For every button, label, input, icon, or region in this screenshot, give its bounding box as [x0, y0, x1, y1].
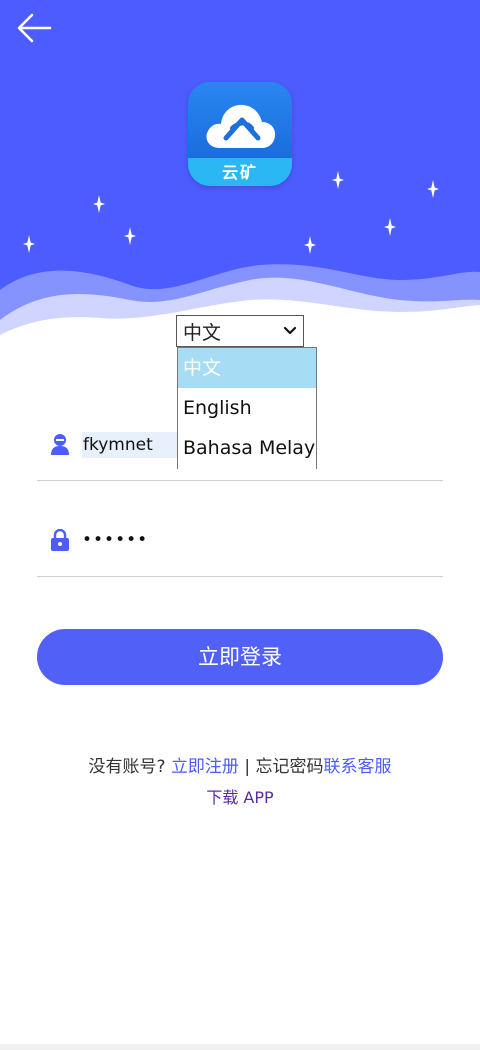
username-underline: [37, 480, 443, 481]
login-button[interactable]: 立即登录: [37, 629, 443, 685]
star-icon: [332, 171, 344, 189]
logo-text: 云矿: [221, 163, 258, 182]
download-app-link[interactable]: 下载 APP: [0, 784, 480, 808]
contact-support-link[interactable]: 联系客服: [323, 757, 391, 777]
app-logo: 云矿: [188, 82, 292, 186]
star-icon: [23, 235, 35, 253]
back-arrow-icon[interactable]: [14, 10, 54, 46]
no-account-text: 没有账号?: [88, 757, 166, 777]
separator: |: [238, 757, 256, 777]
cloud-icon: [206, 104, 276, 148]
bottom-divider: [0, 1044, 480, 1050]
lock-icon: [51, 529, 69, 551]
star-icon: [304, 236, 316, 254]
forgot-password-text: 忘记密码: [255, 757, 324, 777]
language-dropdown: 中文 English Bahasa Melayu: [177, 347, 317, 469]
language-option-malay[interactable]: Bahasa Melayu: [178, 428, 316, 468]
password-underline: [37, 576, 443, 577]
footer-links: 没有账号? 立即注册 | 忘记密码联系客服: [0, 752, 480, 777]
chevron-down-icon: [283, 326, 297, 335]
register-link[interactable]: 立即注册: [171, 757, 239, 777]
password-input[interactable]: ••••••: [82, 526, 382, 554]
username-input[interactable]: fkymnet: [82, 432, 178, 458]
language-select-value: 中文: [183, 321, 222, 344]
user-icon: [51, 434, 69, 455]
language-option-chinese[interactable]: 中文: [178, 348, 316, 388]
star-icon: [124, 227, 136, 245]
star-icon: [93, 195, 105, 213]
language-select[interactable]: 中文: [176, 315, 304, 347]
language-option-english[interactable]: English: [178, 388, 316, 428]
star-icon: [427, 180, 439, 198]
star-icon: [384, 218, 396, 236]
header-banner: 云矿: [0, 0, 480, 340]
